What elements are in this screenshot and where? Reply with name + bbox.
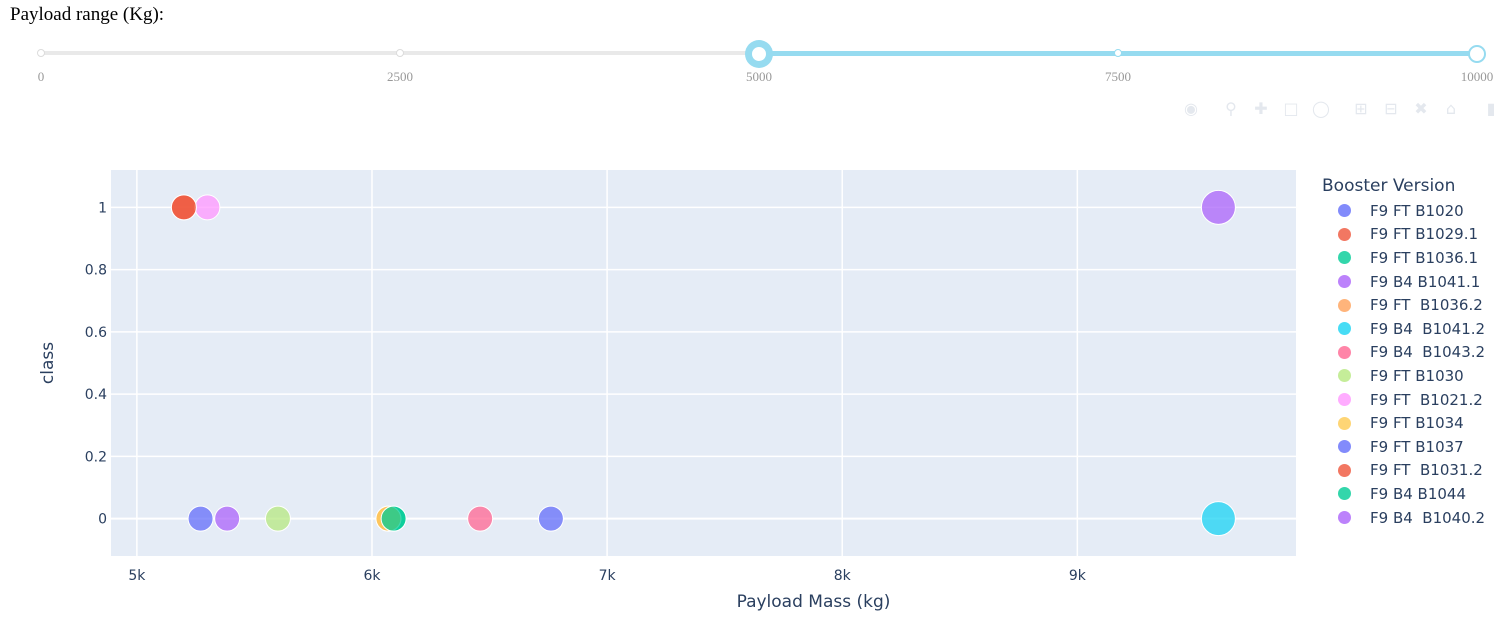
payload-range-label: Payload range (Kg): [10,4,165,25]
legend-marker-icon [1338,275,1351,289]
plot-area [111,170,1296,556]
legend-marker-icon [1338,369,1351,383]
legend-marker-icon [1338,227,1351,241]
legend-marker-icon [1338,511,1351,525]
box-select-icon[interactable]: □ [1280,98,1302,120]
legend-item[interactable]: F9 FT B1034 [1322,411,1507,435]
slider-mark-label[interactable]: 5000 [746,69,772,85]
payload-range-slider[interactable]: 0 2500 5000 7500 10000 [0,38,1510,88]
legend-marker-icon [1338,463,1351,477]
zoom-in-icon[interactable]: ⊞ [1350,98,1372,120]
x-tick-label: 7k [599,568,617,584]
legend-label: F9 B4 B1040.2 [1370,508,1486,527]
data-point[interactable] [214,505,241,532]
scatter-chart[interactable]: 5k 6k 7k 8k 9k 0 0.2 0.4 0.6 0.8 1 Payload Mass (kg… [0,130,1510,628]
legend-marker-icon [1338,322,1351,336]
slider-handle-high[interactable] [1468,45,1486,63]
legend-item[interactable]: F9 FT B1037 [1322,435,1507,459]
legend-item[interactable]: F9 FT B1031.2 [1322,459,1507,483]
plotly-logo-icon[interactable]: ▮ [1480,98,1502,120]
data-point[interactable] [1200,189,1236,225]
legend-label: F9 B4 B1041.1 [1370,272,1481,291]
legend-marker-icon [1338,298,1351,312]
legend-label: F9 B4 B1043.2 [1370,343,1486,362]
chart-legend: Booster Version F9 FT B1020 F9 FT B1029.1… [1322,175,1507,529]
legend-label: F9 FT B1021.2 [1370,390,1483,409]
legend-label: F9 FT B1036.1 [1370,248,1479,267]
legend-label: F9 B4 B1041.2 [1370,319,1486,338]
legend-item[interactable]: F9 B4 B1040.2 [1322,506,1507,530]
x-tick-label: 8k [834,568,852,584]
y-tick-label: 0 [98,512,107,528]
legend-label: F9 B4 B1044 [1370,484,1467,503]
y-tick-label: 0.2 [85,449,107,465]
slider-mark-dot[interactable] [396,49,404,57]
plot-modebar: ◉ ⚲ ✚ □ ◯ ⊞ ⊟ ✖ ⌂ ▮ [1180,98,1505,122]
zoom-icon[interactable]: ⚲ [1220,98,1242,120]
legend-marker-icon [1338,487,1351,501]
legend-marker-icon [1338,251,1351,265]
slider-mark-label[interactable]: 10000 [1461,69,1494,85]
zoom-out-icon[interactable]: ⊟ [1380,98,1402,120]
legend-label: F9 FT B1037 [1370,437,1464,456]
legend-marker-icon [1338,393,1351,407]
legend-item[interactable]: F9 FT B1036.1 [1322,246,1507,270]
data-point[interactable] [187,505,214,532]
pan-icon[interactable]: ✚ [1250,98,1272,120]
y-tick-label: 1 [98,200,107,216]
data-point[interactable] [1200,501,1236,537]
legend-label: F9 FT B1034 [1370,414,1464,433]
slider-mark-label[interactable]: 7500 [1105,69,1131,85]
slider-mark-label[interactable]: 0 [38,69,45,85]
legend-label: F9 FT B1031.2 [1370,461,1483,480]
camera-icon[interactable]: ◉ [1180,98,1202,120]
data-point[interactable] [264,505,291,532]
slider-mark-dot[interactable] [1114,49,1122,57]
legend-marker-icon [1338,416,1351,430]
legend-item[interactable]: F9 B4 B1043.2 [1322,341,1507,365]
lasso-select-icon[interactable]: ◯ [1310,98,1332,120]
legend-item[interactable]: F9 FT B1021.2 [1322,388,1507,412]
legend-title: Booster Version [1322,176,1456,196]
x-tick-label: 5k [128,568,146,584]
data-point[interactable] [170,194,197,221]
legend-item[interactable]: F9 B4 B1044 [1322,482,1507,506]
legend-marker-icon [1338,204,1351,218]
legend-label: F9 FT B1030 [1370,366,1464,385]
legend-item[interactable]: F9 FT B1029.1 [1322,223,1507,247]
legend-marker-icon [1338,440,1351,454]
legend-item[interactable]: F9 FT B1036.2 [1322,293,1507,317]
data-point[interactable] [467,505,494,532]
data-point[interactable] [537,505,564,532]
legend-item[interactable]: F9 FT B1020 [1322,199,1507,223]
legend-label: F9 FT B1036.2 [1370,296,1483,315]
y-axis-title: class [38,342,58,384]
x-axis-title: Payload Mass (kg) [737,592,891,612]
data-point[interactable] [380,505,407,532]
legend-item[interactable]: F9 FT B1030 [1322,364,1507,388]
y-tick-label: 0.8 [85,263,107,279]
chart-svg[interactable]: 5k 6k 7k 8k 9k 0 0.2 0.4 0.6 0.8 1 Payload Mass (kg… [0,130,1300,628]
reset-axes-icon[interactable]: ⌂ [1440,98,1462,120]
legend-marker-icon [1338,345,1351,359]
slider-mark-label[interactable]: 2500 [387,69,413,85]
data-point[interactable] [194,194,221,221]
legend-item[interactable]: F9 B4 B1041.2 [1322,317,1507,341]
slider-mark-dot[interactable] [37,49,45,57]
legend-item[interactable]: F9 B4 B1041.1 [1322,270,1507,294]
autoscale-icon[interactable]: ✖ [1410,98,1432,120]
y-tick-label: 0.6 [85,325,107,341]
legend-label: F9 FT B1029.1 [1370,225,1479,244]
slider-handle-low[interactable] [750,45,768,63]
y-tick-label: 0.4 [85,387,107,403]
x-tick-label: 9k [1069,568,1087,584]
x-tick-label: 6k [363,568,381,584]
legend-label: F9 FT B1020 [1370,201,1464,220]
